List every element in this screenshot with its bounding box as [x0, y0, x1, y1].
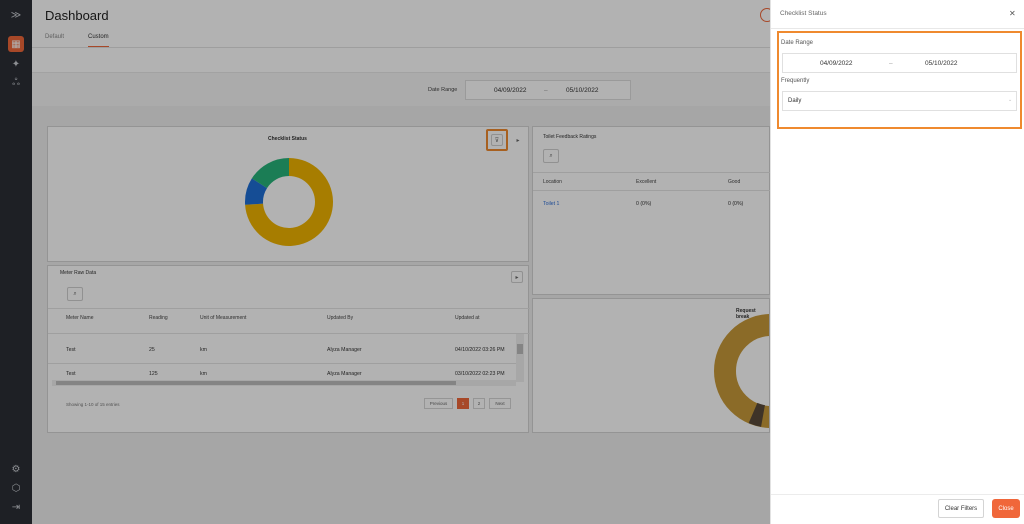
filter-panel: Checklist Status ✕ Date Range 04/09/2022… — [770, 0, 1024, 524]
date-separator: – — [889, 60, 893, 67]
date-range-input[interactable]: 04/09/2022 – 05/10/2022 — [782, 53, 1017, 73]
date-range-label: Date Range — [781, 40, 814, 46]
close-button[interactable]: Close — [992, 499, 1020, 518]
panel-title: Checklist Status — [780, 10, 827, 17]
filter-form: Date Range 04/09/2022 – 05/10/2022 Frequ… — [777, 31, 1022, 129]
clear-filters-button[interactable]: Clear Filters — [938, 499, 984, 518]
modal-backdrop[interactable] — [0, 0, 770, 524]
frequency-label: Frequently — [781, 78, 810, 84]
close-icon[interactable]: ✕ — [1009, 9, 1016, 18]
date-from: 04/09/2022 — [820, 60, 853, 67]
frequency-select[interactable]: Daily ⌄ — [782, 91, 1017, 111]
date-to: 05/10/2022 — [925, 60, 958, 67]
divider — [771, 28, 1024, 29]
chevron-down-icon: ⌄ — [1008, 97, 1013, 103]
frequency-value: Daily — [788, 98, 802, 104]
divider — [771, 494, 1024, 495]
